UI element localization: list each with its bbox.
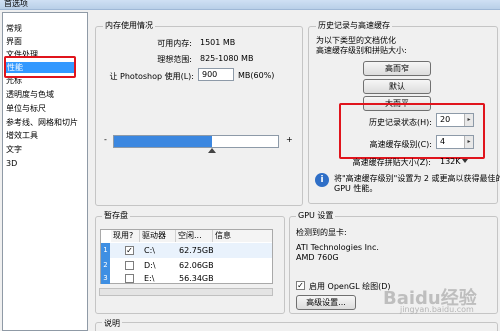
sidebar-item-units[interactable]: 单位与标尺	[6, 103, 46, 114]
ideal-range-value: 825-1080 MB	[200, 54, 254, 63]
tall-thin-button[interactable]: 高而窄	[363, 61, 431, 76]
column-header-free[interactable]: 空闲...	[176, 230, 213, 242]
info-icon: i	[315, 173, 329, 187]
opengl-checkbox[interactable]: ✓	[296, 281, 305, 290]
sidebar-item-general[interactable]: 常规	[6, 23, 22, 34]
table-row[interactable]: 1 ✓ C:\ 62.75GB	[101, 243, 272, 258]
opengl-label: 启用 OpenGL 绘图(D)	[309, 282, 391, 291]
row-number: 2	[101, 258, 110, 273]
scratch-disks-table: 现用? 驱动器 空闲... 信息 1 ✓ C:\ 62.75GB 2 D:\ 6…	[100, 229, 273, 284]
advanced-settings-button[interactable]: 高级设置...	[296, 295, 356, 310]
scratch-disks-title: 暂存盘	[102, 210, 130, 221]
slider-max-label: +	[286, 135, 293, 144]
sidebar-item-guides[interactable]: 参考线、网格和切片	[6, 117, 78, 128]
table-row[interactable]: 2 D:\ 62.06GB	[101, 258, 272, 273]
row-number: 1	[101, 243, 110, 258]
column-header-active[interactable]: 现用?	[111, 230, 140, 242]
memory-usage-group	[95, 26, 303, 206]
memory-slider-fill	[114, 136, 213, 147]
column-header-info[interactable]: 信息	[213, 230, 272, 242]
drive-cell: D:\	[144, 261, 156, 270]
detected-card-label: 检测到的显卡:	[296, 228, 347, 237]
gpu-vendor: ATI Technologies Inc.	[296, 243, 379, 252]
history-cache-title: 历史记录与高速缓存	[316, 20, 392, 31]
description-group	[95, 322, 498, 331]
gpu-settings-title: GPU 设置	[296, 210, 336, 221]
sidebar-item-interface[interactable]: 界面	[6, 36, 22, 47]
row-number: 3	[101, 273, 110, 284]
active-checkbox[interactable]	[125, 274, 134, 283]
free-space-cell: 62.75GB	[179, 246, 214, 255]
slider-thumb[interactable]	[208, 148, 216, 153]
annotation-highlight-history-cache	[339, 103, 485, 159]
chevron-down-icon[interactable]	[462, 159, 468, 163]
active-checkbox[interactable]: ✓	[125, 246, 134, 255]
column-header-drive[interactable]: 驱动器	[140, 230, 176, 242]
sidebar-item-type[interactable]: 文字	[6, 144, 22, 155]
memory-slider[interactable]	[113, 135, 279, 148]
memory-usage-title: 内存使用情况	[103, 20, 155, 31]
window-titlebar: 首选项	[0, 0, 500, 10]
optimize-line-2: 高速缓存级别和拼贴大小:	[316, 46, 407, 55]
default-button[interactable]: 默认	[363, 79, 431, 94]
tile-size-label: 高速缓存拼贴大小(Z):	[352, 158, 431, 167]
free-space-cell: 56.34GB	[179, 274, 214, 283]
drive-cell: C:\	[144, 246, 155, 255]
sidebar-item-transparency[interactable]: 透明度与色域	[6, 89, 54, 100]
sidebar-item-3d[interactable]: 3D	[6, 158, 17, 169]
slider-min-label: -	[104, 135, 107, 144]
free-space-cell: 62.06GB	[179, 261, 214, 270]
memory-use-unit: MB(60%)	[238, 71, 275, 80]
memory-use-input[interactable]: 900	[198, 68, 234, 81]
tile-size-value[interactable]: 132K	[440, 157, 461, 166]
photoshop-use-label: 让 Photoshop 使用(L):	[109, 72, 194, 81]
window-title: 首选项	[4, 0, 28, 8]
available-memory-label: 可用内存:	[157, 39, 192, 48]
gpu-model: AMD 760G	[296, 253, 339, 262]
table-scrollbar[interactable]	[99, 288, 273, 296]
annotation-highlight-performance	[4, 56, 76, 78]
drive-cell: E:\	[144, 274, 155, 283]
description-title: 说明	[102, 318, 122, 329]
info-text-line-2: GPU 性能。	[334, 184, 378, 193]
active-checkbox[interactable]	[125, 261, 134, 270]
watermark-url: jingyan.baidu.com	[400, 305, 474, 314]
table-row[interactable]: 3 E:\ 56.34GB	[101, 273, 272, 284]
sidebar-item-plugins[interactable]: 增效工具	[6, 130, 38, 141]
available-memory-value: 1501 MB	[200, 38, 236, 47]
ideal-range-label: 理想范围:	[157, 55, 192, 64]
